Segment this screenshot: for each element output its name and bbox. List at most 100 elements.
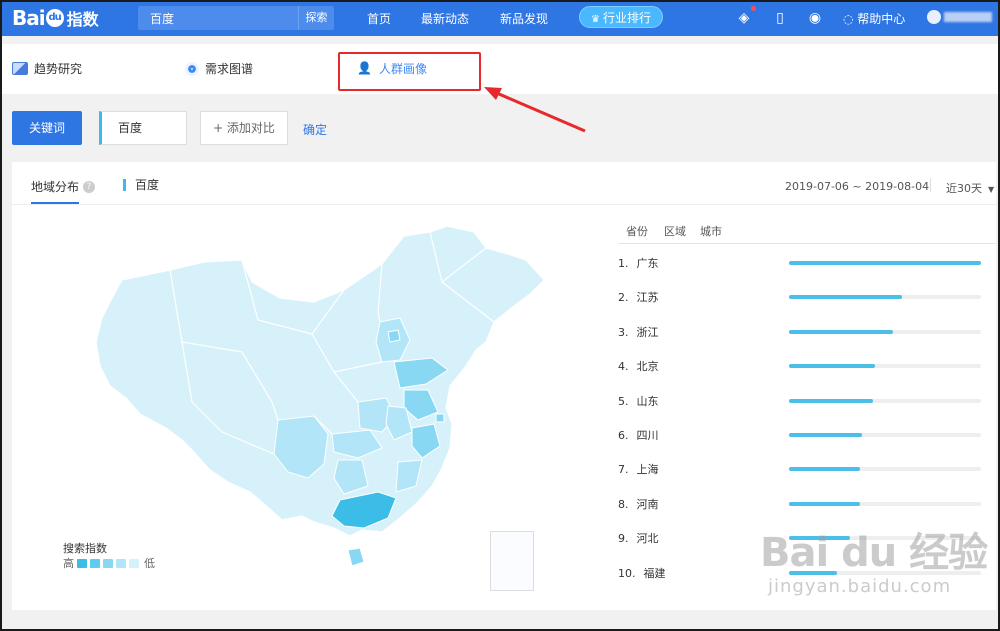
ranking-tab-province[interactable]: 省份 xyxy=(626,223,648,239)
legend-low-label: 低 xyxy=(144,557,155,570)
annotation-highlight-box xyxy=(338,52,481,91)
ranking-bar xyxy=(789,433,862,437)
ranking-province-name: 江苏 xyxy=(636,291,659,305)
tab-region-distribution[interactable]: 地域分布? xyxy=(31,178,96,195)
ranking-row: 1. 广东 xyxy=(618,253,990,273)
ranking-province-name: 山东 xyxy=(636,394,659,408)
ranking-bar-track xyxy=(789,295,981,300)
south-china-sea-inset xyxy=(490,531,534,591)
paw-icon: du xyxy=(45,9,64,27)
chevron-down-icon: ▼ xyxy=(988,185,995,194)
ranking-row: 8. 河南 xyxy=(618,494,990,514)
logo-suffix: 指数 xyxy=(66,10,99,29)
nav-new-products[interactable]: 新品发现 xyxy=(500,10,548,27)
wechat-icon[interactable]: ◉ xyxy=(806,9,824,27)
help-question-icon[interactable]: ? xyxy=(83,180,96,193)
legend-swatch xyxy=(129,558,139,568)
ranking-province-name: 浙江 xyxy=(636,325,659,339)
search-input[interactable]: 百度 xyxy=(150,10,174,27)
ranking-number: 6. xyxy=(618,429,629,442)
ranking-number: 4. xyxy=(618,360,629,374)
ranking-label: 6. 四川 xyxy=(618,427,659,443)
ranking-label: 2. 江苏 xyxy=(618,289,659,305)
ranking-number: 8. xyxy=(618,497,629,511)
logo-text: Bai xyxy=(12,6,46,30)
map-region-hainan xyxy=(347,547,365,567)
ranking-number: 9. xyxy=(618,532,629,546)
radar-icon xyxy=(185,61,199,76)
search-box[interactable]: 百度 探索 xyxy=(138,6,334,30)
ranking-label: 5. 山东 xyxy=(618,393,659,409)
legend-swatch xyxy=(103,558,113,568)
tab-demand-graph[interactable]: 需求图谱 xyxy=(185,60,253,77)
tablet-icon[interactable]: ▯ xyxy=(771,9,789,27)
map-region-shanghai xyxy=(435,413,445,423)
divider xyxy=(930,178,931,192)
keyword-label-button[interactable]: 关键词 xyxy=(12,111,82,145)
ranking-province-name: 河南 xyxy=(636,497,659,511)
ranking-header: 省份 区域 城市 xyxy=(618,218,996,244)
ranking-row: 4. 北京 xyxy=(618,356,990,376)
ranking-bar xyxy=(789,329,893,334)
ranking-bar xyxy=(789,501,861,506)
map-region-beijing xyxy=(387,329,401,343)
ranking-label: 1. 广东 xyxy=(618,255,659,271)
ranking-province-name: 上海 xyxy=(636,463,659,477)
tab-region-label: 地域分布 xyxy=(31,180,80,194)
top-navigation-bar: Bai du 指数 百度 探索 首页 最新动态 新品发现 ♛ 行业排行 ◈ ▯ ◉ ◌… xyxy=(0,0,1000,36)
keyword-input[interactable]: 百度 xyxy=(99,111,187,145)
ranking-bar-track xyxy=(789,501,981,506)
ranking-number: 10. xyxy=(618,566,636,580)
ranking-bar-track xyxy=(789,329,981,334)
search-button[interactable]: 探索 xyxy=(298,6,334,30)
legend-title: 搜索指数 xyxy=(63,542,107,555)
period-select[interactable]: 近30天 ▼ xyxy=(946,180,994,196)
ranking-row: 5. 山东 xyxy=(618,391,990,411)
ranking-province-name: 北京 xyxy=(636,360,659,374)
legend-swatch xyxy=(90,558,100,568)
ranking-label: 4. 北京 xyxy=(618,358,659,374)
ranking-label: 8. 河南 xyxy=(618,496,659,512)
ranking-bar xyxy=(789,398,874,403)
legend-swatch xyxy=(116,558,126,568)
tab-trend-research[interactable]: 趋势研究 xyxy=(12,60,82,77)
map-country-outline xyxy=(95,225,545,537)
chat-bubble-icon: ◌ xyxy=(843,12,858,26)
keyword-legend-tag: 百度 xyxy=(123,179,159,191)
watermark-url: jingyan.baidu.com xyxy=(768,576,952,597)
avatar[interactable] xyxy=(927,10,941,24)
ranking-label: 7. 上海 xyxy=(618,461,659,477)
ranking-bar-track xyxy=(789,433,981,437)
nav-latest-news[interactable]: 最新动态 xyxy=(421,10,469,27)
confirm-link[interactable]: 确定 xyxy=(303,121,327,138)
ranking-number: 3. xyxy=(618,325,629,339)
ranking-tab-region[interactable]: 区域 xyxy=(664,223,686,239)
watermark-logo: Bai du 经验 xyxy=(760,530,988,576)
industry-ranking-label: 行业排行 xyxy=(602,11,651,25)
ranking-label: 9. 河北 xyxy=(618,530,659,546)
ranking-row: 6. 四川 xyxy=(618,425,990,445)
ranking-icon: ♛ xyxy=(591,14,600,25)
period-value: 近30天 xyxy=(946,182,982,195)
industry-ranking-button[interactable]: ♛ 行业排行 xyxy=(579,6,663,28)
add-compare-button[interactable]: + 添加对比 xyxy=(200,111,288,145)
date-range: 2019-07-06 ~ 2019-08-04 xyxy=(785,180,930,193)
diamond-icon[interactable]: ◈ xyxy=(735,9,753,27)
username-blurred[interactable] xyxy=(944,12,992,22)
legend-swatch xyxy=(77,558,87,568)
ranking-tab-city[interactable]: 城市 xyxy=(700,223,722,239)
help-center-link[interactable]: ◌ 帮助中心 xyxy=(843,10,905,27)
ranking-label: 3. 浙江 xyxy=(618,324,659,340)
ranking-province-name: 广东 xyxy=(636,257,659,270)
baidu-index-logo[interactable]: Bai du 指数 xyxy=(12,6,99,30)
ranking-bar-track xyxy=(789,364,981,369)
tab-demand-graph-label: 需求图谱 xyxy=(205,62,254,76)
ranking-bar-track xyxy=(789,398,981,403)
ranking-number: 1. xyxy=(618,257,629,270)
notification-dot xyxy=(751,6,756,11)
annotation-arrow xyxy=(484,87,586,133)
ranking-bar xyxy=(789,364,876,369)
ranking-bar xyxy=(789,295,903,300)
ranking-row: 2. 江苏 xyxy=(618,287,990,307)
nav-home[interactable]: 首页 xyxy=(367,10,391,27)
